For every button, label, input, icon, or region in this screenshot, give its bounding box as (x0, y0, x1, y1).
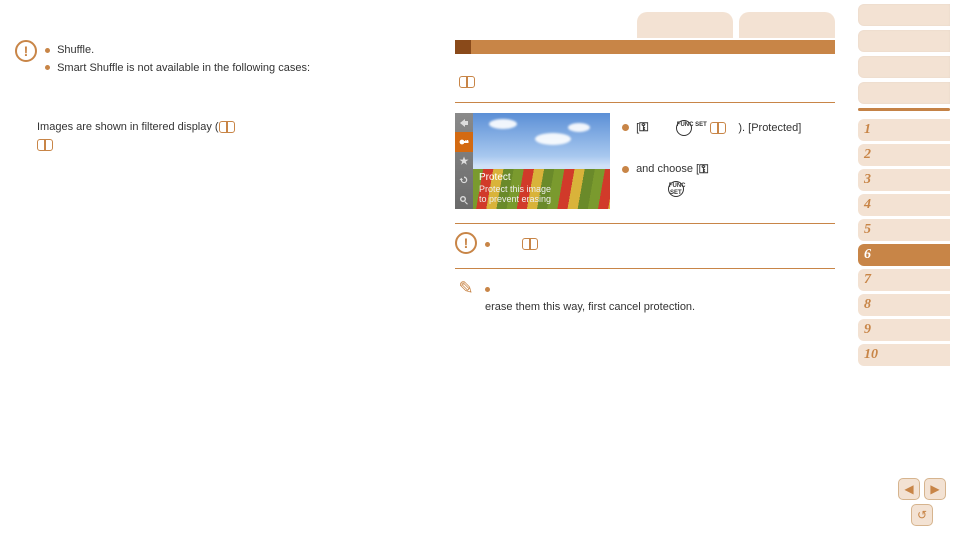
book-icon (459, 76, 475, 88)
warn-line-1: Shuffle. (57, 44, 94, 56)
book-icon (37, 139, 53, 151)
bullet-icon (45, 48, 50, 53)
sidebar-header-tab[interactable] (858, 82, 950, 104)
camera-label-title: Protect (479, 172, 551, 184)
sidebar-divider (858, 108, 950, 111)
sidebar-num-3[interactable]: 3 (858, 169, 950, 191)
step-seg-3: and choose [ (636, 163, 699, 175)
filtered-text: Images are shown in filtered display ( (37, 121, 219, 133)
book-icon (710, 122, 726, 134)
sidebar-tabs: 1 2 3 4 5 6 7 8 9 10 (858, 4, 950, 369)
bullet-icon (485, 242, 490, 247)
left-column: ! Shuffle. Smart Shuffle is not availabl… (0, 0, 440, 534)
camera-label: Protect Protect this image to prevent er… (475, 170, 555, 208)
note-text: erase them this way, first cancel protec… (485, 277, 695, 316)
camera-rotate-icon (455, 171, 473, 190)
camera-favorite-icon (455, 152, 473, 171)
warning-text: Shuffle. Smart Shuffle is not available … (45, 40, 310, 77)
divider (455, 102, 835, 103)
warning-block: ! Shuffle. Smart Shuffle is not availabl… (15, 40, 425, 77)
sidebar-header-tab[interactable] (858, 56, 950, 78)
sidebar-num-9[interactable]: 9 (858, 319, 950, 341)
camera-protect-icon (455, 132, 473, 151)
sidebar-num-1[interactable]: 1 (858, 119, 950, 141)
note-block: ✎ erase them this way, first cancel prot… (455, 277, 835, 316)
section-header (455, 40, 835, 56)
book-icon (219, 121, 235, 133)
warning-icon: ! (15, 40, 37, 62)
sidebar: 1 2 3 4 5 6 7 8 9 10 (850, 0, 954, 534)
warning-icon: ! (455, 232, 477, 254)
sidebar-num-6[interactable]: 6 (858, 244, 950, 266)
camera-search-icon (455, 190, 473, 209)
sidebar-num-8[interactable]: 8 (858, 294, 950, 316)
sidebar-num-10[interactable]: 10 (858, 344, 950, 366)
func-set-icon: FUNC SET (676, 120, 692, 136)
header-bar (455, 40, 835, 54)
sidebar-header-tab[interactable] (858, 4, 950, 26)
warn-line-2: Smart Shuffle is not available in the fo… (57, 62, 310, 74)
camera-sidebar (455, 113, 473, 209)
header-tabs (637, 12, 835, 38)
sidebar-num-7[interactable]: 7 (858, 269, 950, 291)
book-ref (459, 76, 835, 88)
prev-button[interactable]: ◀ (898, 478, 920, 500)
header-tab[interactable] (637, 12, 733, 38)
func-set-icon: FUNC SET (668, 181, 684, 197)
step-text: [⚿ FUNC SET ). [Protected] and choose [ (622, 113, 835, 209)
pencil-icon: ✎ (455, 277, 477, 299)
bullet-icon (622, 124, 629, 131)
step-seg-2: ). [Protected] (738, 122, 801, 134)
header-tab[interactable] (739, 12, 835, 38)
camera-photo: Protect Protect this image to prevent er… (473, 113, 610, 209)
key-icon: ⚿ (699, 159, 708, 181)
warning-block-2: ! (455, 232, 835, 254)
divider (455, 268, 835, 269)
next-button[interactable]: ▶ (924, 478, 946, 500)
camera-label-desc1: Protect this image (479, 184, 551, 195)
divider (455, 223, 835, 224)
return-button[interactable]: ↺ (911, 504, 933, 526)
sidebar-num-4[interactable]: 4 (858, 194, 950, 216)
sidebar-num-2[interactable]: 2 (858, 144, 950, 166)
sidebar-header-tab[interactable] (858, 30, 950, 52)
camera-screenshot: Protect Protect this image to prevent er… (455, 113, 610, 209)
bullet-icon (622, 166, 629, 173)
protect-step: Protect Protect this image to prevent er… (455, 113, 835, 209)
note-after-text: erase them this way, first cancel protec… (485, 301, 695, 313)
sidebar-num-5[interactable]: 5 (858, 219, 950, 241)
key-icon: ⚿ (639, 117, 648, 139)
filtered-display-line: Images are shown in filtered display ( (37, 89, 425, 154)
bullet-icon (45, 65, 50, 70)
right-column: Protect Protect this image to prevent er… (440, 0, 850, 534)
warning-text-2 (485, 232, 538, 254)
footer-nav: ◀ ▶ ↺ (898, 478, 946, 526)
camera-back-icon (455, 113, 473, 132)
book-icon (522, 238, 538, 250)
bullet-icon (485, 287, 490, 292)
camera-label-desc2: to prevent erasing (479, 194, 551, 205)
